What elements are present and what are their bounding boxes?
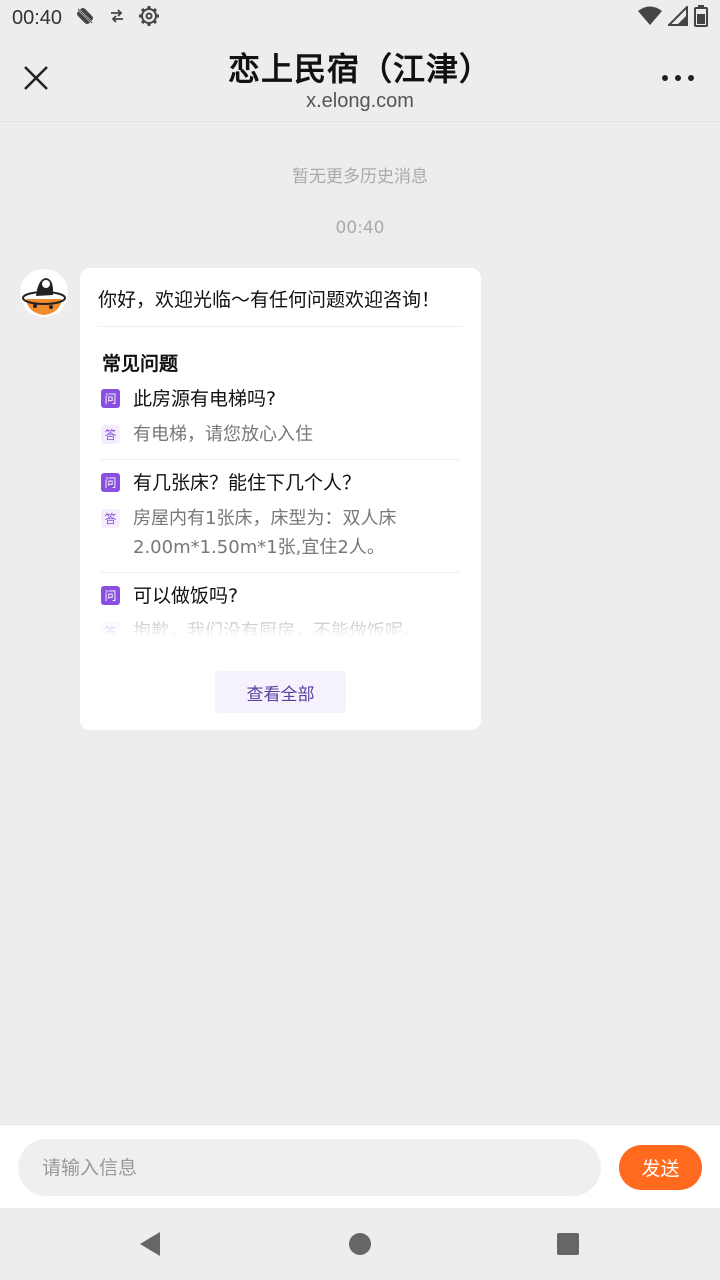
- notification-muted-icon: [74, 5, 96, 32]
- header: 恋上民宿（江津） x.elong.com: [0, 36, 720, 122]
- avatar[interactable]: [20, 269, 68, 317]
- battery-icon: [694, 4, 708, 32]
- wifi-icon: [638, 6, 662, 31]
- faq-item[interactable]: 问 此房源有电梯吗? 答 有电梯，请您放心入住: [101, 386, 460, 460]
- more-options-icon: [662, 75, 694, 81]
- faq-question: 可以做饭吗?: [133, 585, 239, 607]
- greeting-text: 你好，欢迎光临～有任何问题欢迎咨询！: [98, 268, 463, 327]
- answer-badge: 答: [101, 509, 120, 528]
- data-sync-icon: [108, 7, 126, 30]
- faq-answer: 房屋内有1张床，床型为：双人床2.00m*1.50m*1张,宜住2人。: [133, 508, 397, 558]
- status-time: 00:40: [12, 6, 63, 29]
- settings-gear-icon: [138, 5, 160, 32]
- view-all-button[interactable]: 查看全部: [215, 671, 346, 713]
- status-bar: 00:40: [0, 0, 720, 36]
- faq-question: 此房源有电梯吗?: [133, 388, 277, 410]
- faq-answer: 抱歉，我们没有厨房，不能做饭呢。: [133, 621, 421, 637]
- page-domain: x.elong.com: [306, 90, 414, 112]
- send-button[interactable]: 发送: [619, 1145, 702, 1190]
- more-options-button[interactable]: [654, 60, 702, 96]
- faq-item[interactable]: 问 有几张床？能住下几个人？ 答 房屋内有1张床，床型为：双人床2.00m*1.…: [101, 470, 460, 573]
- back-triangle-icon: [140, 1232, 160, 1256]
- welcome-message-bubble: 你好，欢迎光临～有任何问题欢迎咨询！ 常见问题 问 此房源有电梯吗? 答 有电梯…: [80, 268, 481, 730]
- chat-area[interactable]: 暂无更多历史消息 00:40 你好，欢迎光临～有任何问题欢迎咨询！ 常见问题 问…: [0, 123, 720, 1124]
- message-timestamp: 00:40: [335, 218, 385, 238]
- question-badge: 问: [101, 389, 120, 408]
- recent-apps-button[interactable]: [554, 1230, 582, 1258]
- question-badge: 问: [101, 586, 120, 605]
- no-more-history-text: 暂无更多历史消息: [292, 167, 428, 187]
- faq-title: 常见问题: [102, 353, 179, 375]
- system-navigation-bar: [0, 1208, 720, 1280]
- message-input[interactable]: [18, 1139, 601, 1196]
- faq-answer: 有电梯，请您放心入住: [133, 424, 313, 445]
- answer-badge: 答: [101, 622, 120, 637]
- page-title: 恋上民宿（江津）: [227, 50, 492, 88]
- faq-item[interactable]: 问 可以做饭吗? 答 抱歉，我们没有厨房，不能做饭呢。: [101, 573, 460, 637]
- home-button[interactable]: [346, 1230, 374, 1258]
- faq-question: 有几张床？能住下几个人？: [133, 472, 362, 494]
- answer-badge: 答: [101, 425, 120, 444]
- recent-apps-square-icon: [557, 1233, 579, 1255]
- cellular-signal-icon: [666, 4, 688, 31]
- question-badge: 问: [101, 473, 120, 492]
- host-avatar-icon: [20, 269, 68, 317]
- back-button[interactable]: [136, 1230, 164, 1258]
- input-bar: 发送: [0, 1124, 720, 1208]
- home-circle-icon: [349, 1233, 371, 1255]
